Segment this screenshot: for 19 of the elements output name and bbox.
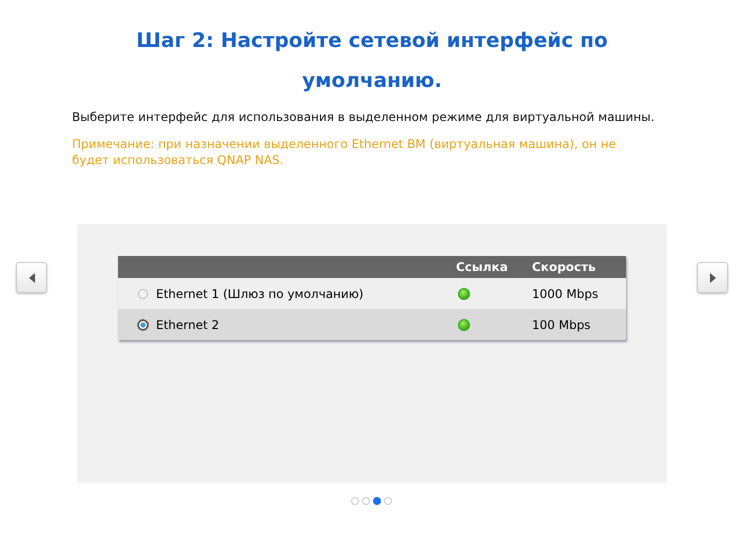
speed-text: 1000 Mbps bbox=[532, 286, 598, 300]
right-arrow-icon bbox=[708, 272, 716, 282]
page-dot[interactable] bbox=[384, 497, 392, 505]
step-title: Шаг 2: Настройте сетевой интерфейс по умолчанию. bbox=[135, 27, 609, 94]
page-dot[interactable] bbox=[350, 497, 358, 505]
left-arrow-icon bbox=[28, 272, 36, 282]
speed-text: 100 Mbps bbox=[532, 318, 591, 332]
previous-button[interactable] bbox=[16, 262, 47, 293]
interface-name: Ethernet 1 (Шлюз по умолчанию) bbox=[156, 286, 364, 300]
radio-button[interactable] bbox=[138, 288, 148, 298]
column-header: Скорость bbox=[532, 260, 597, 274]
instruction-text: Выберите интерфейс для использования в выделенном режиме для виртуальной машины. bbox=[72, 110, 656, 124]
interface-name: Ethernet 2 bbox=[156, 318, 220, 332]
column-header: Ссылка bbox=[456, 260, 509, 274]
page-dot[interactable] bbox=[362, 497, 370, 505]
next-button[interactable] bbox=[697, 262, 728, 293]
page-dot[interactable] bbox=[372, 497, 380, 505]
radio-button[interactable] bbox=[138, 320, 148, 330]
note-text: Примечание: при назначении выделенного Ethernet ВМ (виртуальная машина), он не будет использоваться QNAP NAS. bbox=[72, 136, 617, 168]
